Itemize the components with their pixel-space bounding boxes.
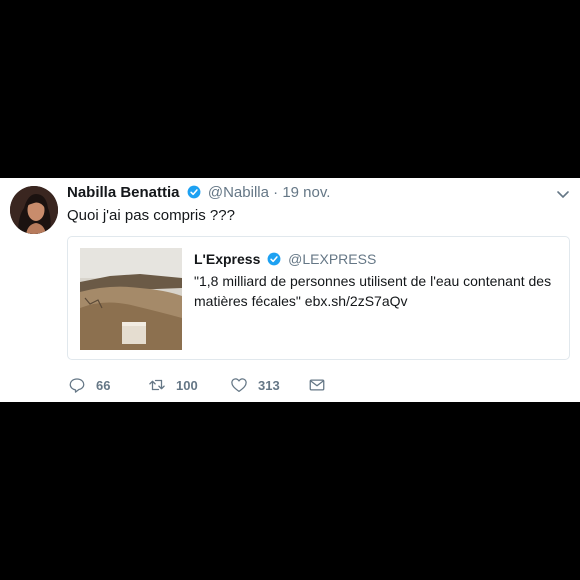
direct-message-button[interactable] <box>308 375 336 395</box>
like-icon <box>231 378 247 393</box>
author-name[interactable]: Nabilla Benattia <box>67 184 180 201</box>
retweet-icon <box>149 379 165 391</box>
quoted-thumbnail <box>80 248 182 350</box>
message-icon <box>309 379 325 391</box>
reply-icon <box>69 378 85 393</box>
quoted-text: "1,8 milliard de personnes utilisent de … <box>194 273 552 309</box>
quoted-header: L'Express @LEXPRESS <box>194 251 376 267</box>
tweet-header: Nabilla Benattia @Nabilla · 19 nov. <box>67 184 330 201</box>
author-handle[interactable]: @Nabilla <box>208 184 269 201</box>
tweet-card[interactable]: Nabilla Benattia @Nabilla · 19 nov. Quoi… <box>0 178 580 402</box>
quoted-author-handle[interactable]: @LEXPRESS <box>288 251 376 267</box>
like-count: 313 <box>258 377 280 393</box>
quoted-author-name[interactable]: L'Express <box>194 251 260 267</box>
verified-icon <box>267 252 281 266</box>
like-button[interactable]: 313 <box>230 375 280 395</box>
reply-count: 66 <box>96 377 111 393</box>
quoted-tweet[interactable]: L'Express @LEXPRESS "1,8 milliard de per… <box>67 236 570 360</box>
retweet-button[interactable]: 100 <box>148 375 198 395</box>
retweet-count: 100 <box>176 377 198 393</box>
tweet-text: Quoi j'ai pas compris ??? <box>67 207 235 224</box>
reply-button[interactable]: 66 <box>68 375 110 395</box>
verified-icon <box>187 185 201 199</box>
tweet-date[interactable]: 19 nov. <box>282 184 330 201</box>
chevron-down-icon[interactable] <box>556 187 570 201</box>
avatar[interactable] <box>10 186 58 234</box>
separator-dot: · <box>273 184 279 201</box>
